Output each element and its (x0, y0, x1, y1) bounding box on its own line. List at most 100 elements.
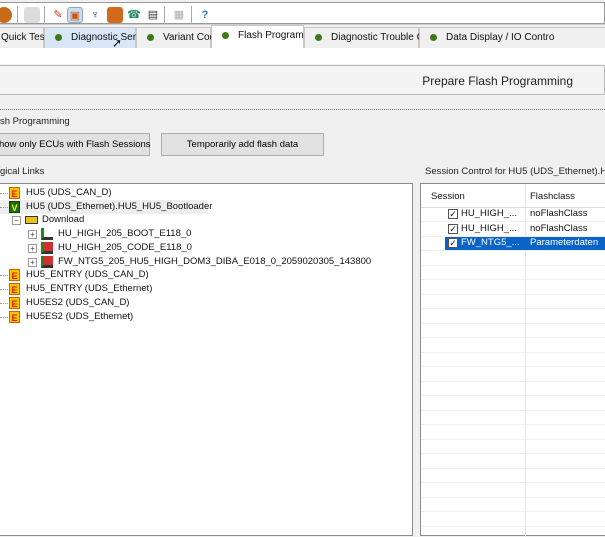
ecu-badge-icon: E (9, 311, 20, 323)
tree-item-label: Download (42, 214, 85, 225)
grid-line (421, 293, 605, 295)
folder-icon (25, 216, 38, 224)
session-control-title: Session Control for HU5 (UDS_Ethernet).H… (425, 166, 605, 177)
grid-line (421, 496, 605, 498)
diagnosis-icon[interactable] (0, 7, 12, 23)
tree-item[interactable]: E HU5ES2 (UDS_Ethernet) (0, 310, 200, 324)
tree-item[interactable]: − Download (0, 213, 200, 227)
tree-item[interactable]: E HU5ES2 (UDS_CAN_D) (0, 296, 200, 310)
status-dot-icon (315, 34, 322, 41)
logical-links-tree[interactable]: E HU5 (UDS_CAN_D) V HU5 (UDS_Ethernet).HU5… (0, 183, 413, 536)
grid-line (421, 366, 605, 367)
tab-quick-test[interactable]: Quick Test (0, 27, 48, 48)
session-checkbox[interactable]: ✓ (448, 224, 458, 234)
tab-data-display[interactable]: Data Display / IO Contro (419, 27, 605, 48)
grid-line (421, 380, 605, 382)
temporarily-add-flash-data-button[interactable]: Temporarily add flash data (161, 133, 324, 156)
tree-item-label: HU5ES2 (UDS_CAN_D) (26, 297, 130, 308)
tab-diagnostic-trouble-codes[interactable]: Diagnostic Trouble Codes (304, 27, 446, 48)
tab-label: Data Display / IO Contro (446, 32, 555, 43)
session-checkbox[interactable]: ✓ (448, 209, 458, 219)
tree-item[interactable]: E HU5_ENTRY (UDS_Ethernet) (0, 282, 200, 296)
section-title: sh Programming (0, 116, 70, 127)
report-icon[interactable]: ▤ (145, 7, 161, 23)
ecu-icon[interactable] (107, 7, 123, 23)
grid-line (421, 453, 605, 454)
help-icon[interactable]: ? (197, 7, 213, 23)
tree-item[interactable]: V HU5 (UDS_Ethernet).HU5_HU5_Bootloader (0, 200, 212, 214)
blank-strip (0, 48, 605, 64)
tree-item-label: HU5 (UDS_CAN_D) (26, 187, 112, 198)
session-name: HU_HIGH_... (461, 208, 517, 219)
calendar-icon[interactable]: ▦ (171, 7, 187, 23)
show-only-flash-ecus-button[interactable]: how only ECUs with Flash Sessions (0, 133, 151, 156)
grid-line (421, 235, 605, 237)
document-icon[interactable] (24, 7, 40, 23)
grid-line (421, 264, 605, 266)
tree-item-label: HU5ES2 (UDS_Ethernet) (26, 311, 134, 322)
flashclass: Parameterdaten (530, 237, 599, 248)
grid-line (421, 525, 605, 527)
separator (164, 6, 165, 24)
grid-line (421, 482, 605, 483)
tab-bar: Quick Test Diagnostic Services Variant C… (0, 25, 605, 49)
column-header-flashclass[interactable]: Flashclass (530, 189, 575, 204)
tree-item[interactable]: + HU_HIGH_205_CODE_E118_0 (0, 241, 300, 255)
tab-label: Quick Test (1, 32, 48, 43)
ecu-badge-icon: E (9, 187, 20, 199)
monitor-icon[interactable]: ▣ (67, 7, 83, 23)
tab-flash-programming[interactable]: Flash Programming (211, 25, 325, 49)
expand-icon[interactable]: + (28, 230, 37, 239)
grid-line (421, 279, 605, 280)
page-title: Prepare Flash Programming (422, 74, 573, 88)
divider (0, 109, 605, 110)
toolbar-strip: ✎ ▣ ♆ ☎ ▤ ▦ ? (0, 2, 605, 24)
page-header: Prepare Flash Programming (0, 65, 605, 95)
grid-line (421, 395, 605, 396)
tree-item-label: HU5_ENTRY (UDS_Ethernet) (26, 283, 153, 294)
flash-icon[interactable]: ✎ (50, 7, 66, 23)
tree-item-label: HU_HIGH_205_CODE_E118_0 (58, 242, 192, 253)
status-dot-icon (430, 34, 437, 41)
expand-icon[interactable]: + (28, 258, 37, 267)
flash-session-icon (41, 242, 53, 254)
grid-line (421, 438, 605, 440)
flashclass: noFlashClass (530, 223, 588, 234)
grid-line (421, 424, 605, 425)
ecu-badge-icon: E (9, 269, 20, 281)
network-icon[interactable]: ♆ (87, 7, 103, 23)
grid-line (421, 322, 605, 324)
grid-line (421, 409, 605, 411)
flashclass: noFlashClass (530, 208, 588, 219)
grid-line (421, 308, 605, 309)
collapse-icon[interactable]: − (12, 216, 21, 225)
expand-icon[interactable]: + (28, 244, 37, 253)
tree-item[interactable]: E HU5_ENTRY (UDS_CAN_D) (0, 268, 200, 282)
session-checkbox[interactable]: ✓ (448, 238, 458, 248)
session-name: HU_HIGH_... (461, 223, 517, 234)
variant-badge-icon: V (9, 201, 20, 213)
grid-line (421, 250, 605, 251)
ecu-badge-icon: E (9, 283, 20, 295)
status-dot-icon (55, 34, 62, 41)
grid-line (421, 467, 605, 469)
tree-item-label: FW_NTG5_205_HU5_HIGH_DOM3_DIBA_E018_0_20… (58, 256, 372, 267)
toolbar: ✎ ▣ ♆ ☎ ▤ ▦ ? (0, 0, 605, 25)
tree-item-label: HU_HIGH_205_BOOT_E118_0 (58, 228, 192, 239)
tree-item[interactable]: + FW_NTG5_205_HU5_HIGH_DOM3_DIBA_E018_0_2… (0, 255, 400, 269)
tree-item[interactable]: + HU_HIGH_205_BOOT_E118_0 (0, 227, 300, 241)
column-header-session[interactable]: Session (431, 189, 465, 204)
tree-item-label: HU5_ENTRY (UDS_CAN_D) (26, 269, 149, 280)
grid-line (421, 337, 605, 338)
separator (17, 6, 18, 24)
separator (191, 6, 192, 24)
tree-item-label: HU5 (UDS_Ethernet).HU5_HU5_Bootloader (26, 201, 213, 212)
grid-line (421, 221, 605, 222)
connection-icon[interactable]: ☎ (126, 7, 142, 23)
tab-diagnostic-services[interactable]: Diagnostic Services (44, 27, 159, 48)
tab-variant-coding[interactable]: Variant Coding (136, 27, 228, 48)
session-table[interactable]: Session Flashclass ✓ HU_HIGH_... noFlash… (420, 183, 605, 537)
logical-links-title: gical Links (0, 166, 45, 177)
status-dot-icon (222, 32, 229, 39)
ecu-badge-icon: E (9, 297, 20, 309)
